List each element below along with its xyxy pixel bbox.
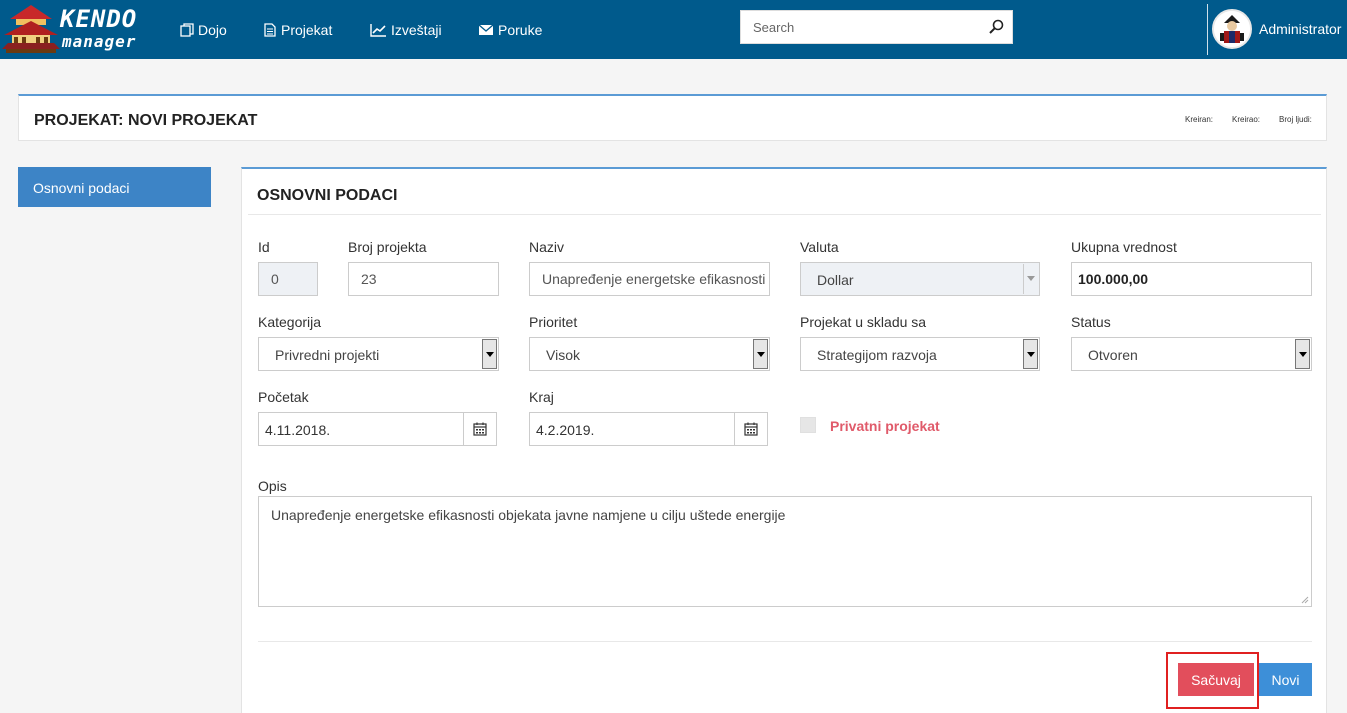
nav-label-projekat: Projekat (281, 21, 333, 38)
u-skladu-label: Projekat u skladu sa (800, 314, 927, 330)
broj-projekta-label: Broj projekta (348, 239, 427, 255)
opis-textarea[interactable]: Unapređenje energetske efikasnosti objek… (258, 496, 1312, 607)
pocetak-datepicker[interactable]: 4.11.2018. (258, 412, 497, 446)
kraj-datepicker[interactable]: 4.2.2019. (529, 412, 768, 446)
prioritet-label: Prioritet (529, 314, 578, 330)
page-title: PROJEKAT: NOVI PROJEKAT (34, 112, 258, 129)
resize-handle-icon[interactable] (1301, 596, 1309, 604)
chevron-down-icon[interactable] (482, 339, 497, 369)
nav-item-poruke[interactable]: Poruke (478, 0, 542, 59)
pocetak-label: Početak (258, 389, 309, 405)
search-input[interactable] (741, 11, 981, 43)
u-skladu-value: Strategijom razvoja (817, 347, 937, 363)
calendar-icon[interactable] (463, 413, 496, 445)
copy-icon (180, 22, 194, 37)
nav-item-dojo[interactable]: Dojo (180, 0, 227, 59)
kraj-value: 4.2.2019. (536, 422, 595, 438)
calendar-icon[interactable] (734, 413, 767, 445)
naziv-label: Naziv (529, 239, 565, 255)
navbar-divider (1207, 4, 1208, 55)
title-panel: PROJEKAT: NOVI PROJEKAT Kreiran: Kreirao… (18, 94, 1327, 141)
prioritet-value: Visok (546, 347, 580, 363)
chevron-down-icon[interactable] (1023, 339, 1038, 369)
naziv-field[interactable]: Unapređenje energetske efikasnosti (529, 262, 770, 296)
prioritet-select[interactable]: Visok (529, 337, 770, 371)
status-value: Otvoren (1088, 347, 1138, 363)
save-button[interactable]: Sačuvaj (1178, 663, 1254, 696)
section-heading: OSNOVNI PODACI (257, 187, 398, 204)
opis-value: Unapređenje energetske efikasnosti objek… (271, 507, 786, 523)
kreiran-label: Kreiran: (1185, 115, 1214, 124)
actions-divider (258, 641, 1312, 642)
valuta-label: Valuta (800, 239, 839, 255)
document-icon (264, 22, 276, 37)
kategorija-value: Privredni projekti (275, 347, 380, 363)
nav-label-poruke: Poruke (498, 21, 543, 38)
status-label: Status (1071, 314, 1111, 330)
form-panel: OSNOVNI PODACI Id 0 Broj projekta 23 Naz… (241, 167, 1327, 713)
logo-text-manager: manager (62, 32, 137, 51)
status-select[interactable]: Otvoren (1071, 337, 1312, 371)
u-skladu-select[interactable]: Strategijom razvoja (800, 337, 1040, 371)
chevron-down-icon[interactable] (753, 339, 768, 369)
search-icon[interactable] (988, 19, 1004, 35)
ukupna-vrednost-field[interactable]: 100.000,00 (1071, 262, 1312, 296)
valuta-value: Dollar (817, 272, 854, 288)
search-box (740, 10, 1013, 44)
line-chart-icon (370, 23, 386, 37)
nav-label-izvestaji: Izveštaji (391, 21, 442, 38)
nav-label-dojo: Dojo (198, 21, 227, 38)
kraj-label: Kraj (529, 389, 554, 405)
valuta-select[interactable]: Dollar (800, 262, 1040, 296)
kategorija-select[interactable]: Privredni projekti (258, 337, 499, 371)
samurai-avatar-icon (1214, 11, 1250, 47)
nav-item-izvestaji[interactable]: Izveštaji (370, 0, 442, 59)
user-avatar[interactable] (1212, 9, 1252, 49)
pagoda-logo-icon (2, 5, 60, 53)
nav-item-projekat[interactable]: Projekat (263, 0, 332, 59)
chevron-down-icon[interactable] (1295, 339, 1310, 369)
logo-text-kendo: KENDO (60, 5, 138, 33)
user-name[interactable]: Administrator (1259, 21, 1341, 37)
sidebar-item-osnovni-podaci[interactable]: Osnovni podaci (18, 167, 211, 207)
broj-projekta-field[interactable]: 23 (348, 262, 499, 296)
kategorija-label: Kategorija (258, 314, 322, 330)
id-label: Id (258, 239, 270, 255)
app-logo[interactable]: KENDO manager (2, 3, 152, 55)
privatni-checkbox[interactable] (800, 417, 816, 433)
pocetak-value: 4.11.2018. (265, 422, 331, 438)
privatni-label[interactable]: Privatni projekat (830, 418, 940, 434)
kreirao-label: Kreirao: (1232, 115, 1261, 124)
new-button[interactable]: Novi (1259, 663, 1312, 696)
id-field[interactable]: 0 (258, 262, 318, 296)
sidebar-item-label: Osnovni podaci (33, 180, 130, 196)
ukupna-vrednost-label: Ukupna vrednost (1071, 239, 1177, 255)
chevron-down-icon[interactable] (1023, 264, 1038, 294)
envelope-icon (478, 24, 494, 35)
heading-divider (248, 214, 1321, 215)
opis-label: Opis (258, 478, 287, 494)
broj-ljudi-label: Broj ljudi: (1279, 115, 1312, 124)
top-navbar: KENDO manager Dojo Projekat Izveštaji Po… (0, 0, 1347, 59)
